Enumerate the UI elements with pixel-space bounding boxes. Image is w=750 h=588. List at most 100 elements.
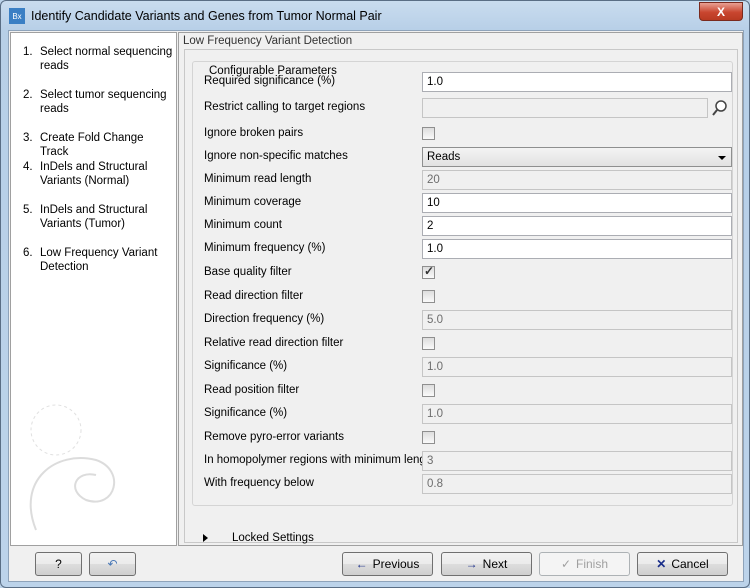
param-label: Ignore non-specific matches: [204, 150, 348, 162]
param-row: Significance (%) 1.0: [204, 403, 734, 425]
param-checkbox[interactable]: [422, 337, 435, 350]
param-label: Remove pyro-error variants: [204, 431, 344, 443]
help-button[interactable]: ?: [35, 552, 82, 576]
step-label: Select tumor sequencing reads: [40, 89, 167, 115]
param-checkbox[interactable]: [422, 384, 435, 397]
param-row: Minimum read length 20: [204, 169, 734, 191]
param-label: Minimum frequency (%): [204, 242, 326, 254]
finish-label: Finish: [576, 557, 609, 571]
param-row: Minimum frequency (%) 1.0: [204, 238, 734, 260]
close-button[interactable]: X: [699, 2, 743, 21]
step-number: 4.: [23, 161, 33, 173]
helix-watermark-icon: [29, 404, 115, 531]
param-label: Significance (%): [204, 360, 288, 372]
cancel-label: Cancel: [671, 557, 709, 571]
arrow-right-icon: →: [465, 557, 478, 571]
finish-button[interactable]: ✓ Finish: [539, 552, 630, 576]
param-label: Minimum read length: [204, 173, 312, 185]
step-label: Create Fold Change Track: [40, 132, 144, 158]
param-input[interactable]: 1.0: [422, 239, 732, 259]
step-label: Low Frequency Variant Detection: [40, 247, 158, 273]
step-number: 3.: [23, 132, 33, 144]
param-row: Relative read direction filter: [204, 333, 734, 355]
step-number: 5.: [23, 204, 33, 216]
param-input[interactable]: 0.8: [422, 474, 732, 494]
param-input[interactable]: 1.0: [422, 357, 732, 377]
expand-triangle-icon: [203, 534, 212, 542]
locked-settings-toggle[interactable]: Locked Settings: [203, 532, 314, 544]
step-label: InDels and Structural Variants (Tumor): [40, 204, 148, 230]
param-label: Read direction filter: [204, 290, 304, 302]
step-item: 4. InDels and Structural Variants (Normal…: [23, 160, 173, 188]
param-input[interactable]: 20: [422, 170, 732, 190]
param-row: Ignore broken pairs: [204, 123, 734, 145]
step-label: Select normal sequencing reads: [40, 46, 173, 72]
next-button[interactable]: → Next: [441, 552, 532, 576]
x-icon: ✕: [656, 557, 667, 571]
param-row: Base quality filter: [204, 262, 734, 284]
title-bar: Bx Identify Candidate Variants and Genes…: [9, 6, 382, 26]
param-label: Minimum count: [204, 219, 282, 231]
param-checkbox[interactable]: [422, 264, 435, 279]
param-checkbox[interactable]: [422, 431, 435, 444]
param-label: With frequency below: [204, 477, 314, 489]
step-item: 2. Select tumor sequencing reads: [23, 88, 173, 116]
param-input[interactable]: 1.0: [422, 404, 732, 424]
param-checkbox[interactable]: [422, 290, 435, 303]
param-input[interactable]: 5.0: [422, 310, 732, 330]
dialog-window: Bx Identify Candidate Variants and Genes…: [0, 0, 750, 588]
step-number: 6.: [23, 247, 33, 259]
param-checkbox[interactable]: [422, 127, 435, 140]
next-label: Next: [482, 557, 508, 571]
param-row: Remove pyro-error variants: [204, 427, 734, 449]
param-input[interactable]: 2: [422, 216, 732, 236]
step-item: 6. Low Frequency Variant Detection: [23, 246, 173, 274]
param-label: Significance (%): [204, 407, 288, 419]
step-item: 1. Select normal sequencing reads: [23, 45, 173, 73]
param-label: Direction frequency (%): [204, 313, 325, 325]
param-row: Required significance (%) 1.0: [204, 71, 734, 93]
step-item: 5. InDels and Structural Variants (Tumor): [23, 203, 173, 231]
param-input[interactable]: 1.0: [422, 72, 732, 92]
window-title: Identify Candidate Variants and Genes fr…: [31, 9, 382, 23]
app-icon: Bx: [9, 8, 25, 24]
arrow-left-icon: ←: [355, 557, 368, 571]
param-row: In homopolymer regions with minimum leng…: [204, 450, 734, 472]
param-row: Minimum count 2: [204, 215, 734, 237]
step-item: 3. Create Fold Change Track: [23, 131, 173, 159]
param-label: Relative read direction filter: [204, 337, 344, 349]
previous-label: Previous: [372, 557, 420, 571]
param-label: Read position filter: [204, 384, 300, 396]
param-label: Ignore broken pairs: [204, 127, 304, 139]
cancel-button[interactable]: ✕ Cancel: [637, 552, 728, 576]
param-row: Direction frequency (%) 5.0: [204, 309, 734, 331]
help-label: ?: [55, 557, 62, 571]
reset-arrow-icon: ↶: [107, 557, 118, 571]
step-number: 1.: [23, 46, 33, 58]
panel-content: Configurable Parameters Required signifi…: [184, 49, 738, 544]
configurable-parameters-group: Configurable Parameters Required signifi…: [192, 61, 733, 506]
param-row: Significance (%) 1.0: [204, 356, 734, 378]
previous-button[interactable]: ← Previous: [342, 552, 433, 576]
param-label: Base quality filter: [204, 266, 292, 278]
checkmark-icon: ✓: [560, 557, 572, 571]
param-select[interactable]: Reads: [422, 147, 732, 167]
param-row: Read direction filter: [204, 286, 734, 308]
step-label: InDels and Structural Variants (Normal): [40, 161, 148, 187]
param-row: With frequency below 0.8: [204, 473, 734, 495]
param-input[interactable]: 10: [422, 193, 732, 213]
param-label: In homopolymer regions with minimum leng…: [204, 454, 436, 466]
dialog-client: 1. Select normal sequencing reads 2. Select…: [8, 30, 744, 582]
reset-button[interactable]: ↶: [89, 552, 136, 576]
param-label: Restrict calling to target regions: [204, 101, 366, 113]
settings-panel: Low Frequency Variant Detection Configur…: [178, 32, 743, 546]
param-row: Ignore non-specific matches Reads: [204, 146, 734, 168]
param-label: Minimum coverage: [204, 196, 302, 208]
panel-title: Low Frequency Variant Detection: [183, 35, 353, 47]
browse-search-icon[interactable]: [711, 99, 729, 117]
locked-settings-label: Locked Settings: [232, 532, 314, 544]
param-row: Minimum coverage 10: [204, 192, 734, 214]
param-row: Restrict calling to target regions: [204, 97, 734, 119]
target-regions-input[interactable]: [422, 98, 708, 118]
param-input[interactable]: 3: [422, 451, 732, 471]
